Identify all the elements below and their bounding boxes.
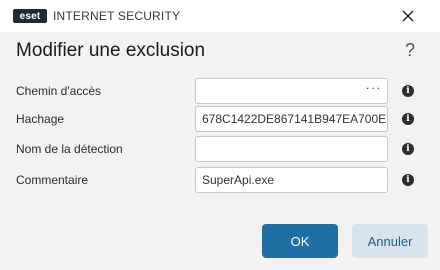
hash-row: Hachage 678C1422DE867141B947EA700E i xyxy=(0,106,440,134)
detection-label: Nom de la détection xyxy=(16,142,123,156)
browse-button[interactable]: ... xyxy=(366,78,382,92)
hash-label: Hachage xyxy=(16,112,65,126)
path-browse-wrap: ... xyxy=(195,78,388,104)
info-icon[interactable]: i xyxy=(402,174,414,186)
path-row: Chemin d'accès ... i xyxy=(0,78,440,106)
comment-row: Commentaire SuperApi.exe i xyxy=(0,167,440,195)
close-button[interactable] xyxy=(398,6,418,26)
hash-input[interactable]: 678C1422DE867141B947EA700E xyxy=(195,106,388,132)
info-icon[interactable]: i xyxy=(402,143,414,155)
logo-text: eset xyxy=(19,10,41,22)
info-icon[interactable]: i xyxy=(402,85,414,97)
titlebar: eset INTERNET SECURITY xyxy=(0,0,440,32)
close-icon xyxy=(402,10,414,22)
detection-row: Nom de la détection i xyxy=(0,136,440,164)
eset-logo: eset xyxy=(13,9,47,23)
info-icon[interactable]: i xyxy=(402,113,414,125)
dialog-window: eset INTERNET SECURITY Modifier une excl… xyxy=(0,0,440,270)
cancel-button[interactable]: Annuler xyxy=(352,224,428,258)
ok-button[interactable]: OK xyxy=(262,224,338,258)
product-name: INTERNET SECURITY xyxy=(53,9,181,23)
dialog-title: Modifier une exclusion xyxy=(16,40,206,61)
path-label: Chemin d'accès xyxy=(16,84,101,98)
detection-input[interactable] xyxy=(195,136,388,162)
help-button[interactable]: ? xyxy=(405,40,415,61)
comment-label: Commentaire xyxy=(16,173,89,187)
comment-input[interactable]: SuperApi.exe xyxy=(195,167,388,193)
